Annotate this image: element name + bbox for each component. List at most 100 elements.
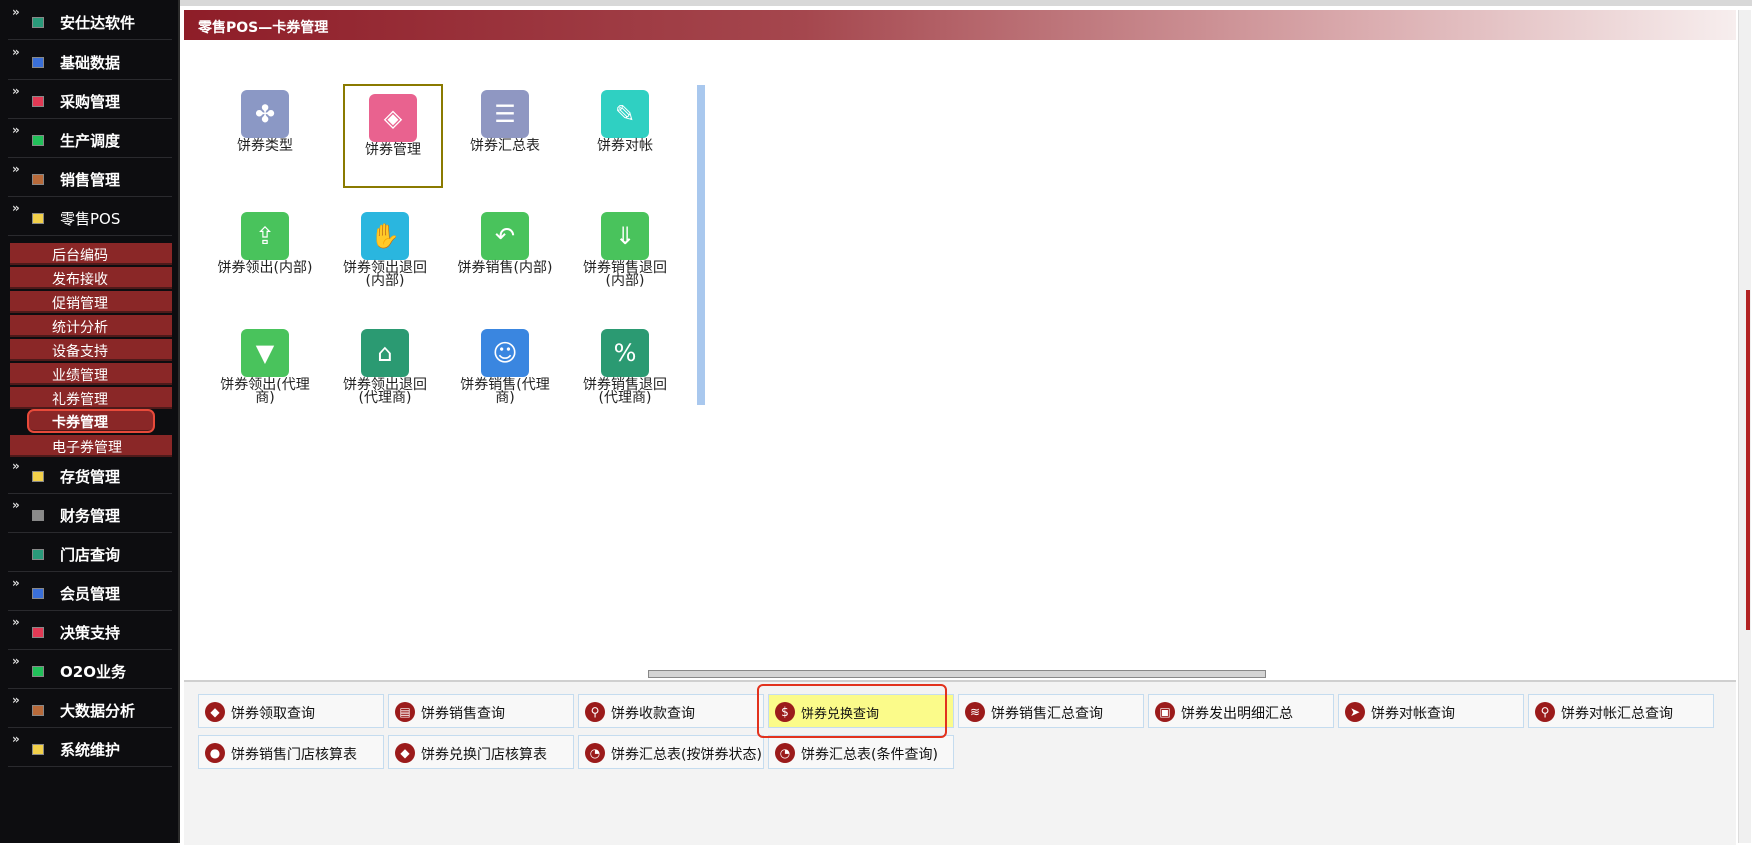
tile-voucher-management[interactable]: ◈ 饼券管理 [343,84,443,188]
sidebar-item-o2o[interactable]: » O2O业务 [8,653,172,689]
subitem-label: 电子券管理 [52,440,122,456]
sidebar-item-inventory[interactable]: » 存货管理 [8,458,172,494]
tile-voucher-summary[interactable]: ☰ 饼券汇总表 [457,82,553,182]
vertical-scrollbar[interactable] [1738,10,1751,843]
tag-icon: ◆ [205,702,225,722]
tile-label: 饼券销售(内部) [457,260,553,276]
tile-issue-agent[interactable]: ▼ 饼券领出(代理商) [217,321,313,421]
expand-arrow-icon: » [12,84,20,98]
sidebar-subitem-promotion[interactable]: 促销管理 [10,291,172,313]
expand-arrow-icon: » [12,123,20,137]
user-icon: ● [205,743,225,763]
sidebar-item-big-data[interactable]: » 大数据分析 [8,692,172,728]
query-button-collect[interactable]: ◆ 饼券领取查询 [198,694,384,728]
sidebar-item-basic-data[interactable]: » 基础数据 [8,44,172,80]
expand-arrow-icon: » [12,5,20,19]
tile-issue-return-agent[interactable]: ⌂ 饼券领出退回(代理商) [337,321,433,421]
expand-arrow-icon: » [12,615,20,629]
tag-icon: ◈ [369,94,417,142]
sidebar-item-system[interactable]: » 系统维护 [8,731,172,767]
query-button-reconcile[interactable]: ➤ 饼券对帐查询 [1338,694,1524,728]
pin-document-icon: ✎ [601,90,649,138]
module-icon [32,57,44,68]
sidebar-subitem-gift-voucher[interactable]: 礼券管理 [10,387,172,409]
tile-issue-return-internal[interactable]: ✋ 饼券领出退回(内部) [337,204,433,304]
tile-voucher-type[interactable]: ✤ 饼券类型 [217,82,313,182]
module-icon [32,174,44,185]
page-header: 零售POS—卡券管理 [184,10,1736,40]
query-label: 饼券收款查询 [611,706,695,722]
module-icon [32,471,44,482]
sidebar-item-finance[interactable]: » 财务管理 [8,497,172,533]
tile-label: 饼券销售退回(内部) [583,260,667,289]
query-button-store-exchange-accounting[interactable]: ◆ 饼券兑换门店核算表 [388,735,574,769]
query-button-store-sales-accounting[interactable]: ● 饼券销售门店核算表 [198,735,384,769]
sidebar-subitem-card-voucher[interactable]: 卡券管理 [27,409,155,433]
expand-arrow-icon: » [12,162,20,176]
expand-arrow-icon: » [12,45,20,59]
module-icon [32,96,44,107]
query-button-receipts[interactable]: ⚲ 饼券收款查询 [578,694,764,728]
scrollbar-thumb[interactable] [1746,290,1750,630]
sidebar-item-retail-pos[interactable]: » 零售POS [8,200,172,236]
tile-sale-internal[interactable]: ↶ 饼券销售(内部) [457,204,553,304]
expand-arrow-icon: » [12,576,20,590]
tile-label: 饼券领出(代理商) [220,377,310,406]
sidebar-subitem-statistics[interactable]: 统计分析 [10,315,172,337]
tile-label: 饼券销售(代理商) [460,377,550,406]
sidebar-subitem-publish-receive[interactable]: 发布接收 [10,267,172,289]
tile-label: 饼券领出退回(内部) [343,260,427,289]
tile-label: 饼券管理 [365,142,421,158]
sidebar-item-decision[interactable]: » 决策支持 [8,614,172,650]
sidebar-item-label: 门店查询 [60,546,121,564]
house-chart-icon: ⌂ [361,329,409,377]
tile-issue-internal[interactable]: ⇪ 饼券领出(内部) [217,204,313,304]
folder-open-icon: ▼ [241,329,289,377]
discount-gear-icon: % [601,329,649,377]
module-icon [32,135,44,146]
sidebar-item-label: 安仕达软件 [60,14,136,32]
subitem-label: 业绩管理 [52,368,108,384]
sidebar-subitem-e-voucher[interactable]: 电子券管理 [10,435,172,457]
expand-arrow-icon: » [12,693,20,707]
tile-label: 饼券类型 [237,138,293,154]
expand-arrow-icon: » [12,498,20,512]
sidebar-subitem-performance[interactable]: 业绩管理 [10,363,172,385]
query-button-reconcile-summary[interactable]: ⚲ 饼券对帐汇总查询 [1528,694,1714,728]
sidebar-item-members[interactable]: » 会员管理 [8,575,172,611]
query-button-summary-by-status[interactable]: ◔ 饼券汇总表(按饼券状态) [578,735,764,769]
query-label: 饼券销售汇总查询 [991,706,1103,722]
sidebar-subitem-backend-coding[interactable]: 后台编码 [10,243,172,265]
subitem-label: 促销管理 [52,296,108,312]
query-button-summary-conditional[interactable]: ◔ 饼券汇总表(条件查询) [768,735,954,769]
tile-voucher-reconcile[interactable]: ✎ 饼券对帐 [577,82,673,182]
sidebar-item-sales[interactable]: » 销售管理 [8,161,172,197]
highlight-annotation [757,684,947,738]
tile-sale-return-agent[interactable]: % 饼券销售退回(代理商) [577,321,673,421]
tile-sale-return-internal[interactable]: ⇓ 饼券销售退回(内部) [577,204,673,304]
receipt-icon: ✋ [361,212,409,260]
sidebar-item-purchasing[interactable]: » 采购管理 [8,83,172,119]
grid-icon: ✤ [241,90,289,138]
module-icon [32,549,44,560]
pane-splitter[interactable] [648,670,1266,678]
pie-chart-icon: ◔ [585,743,605,763]
query-label: 饼券对帐查询 [1371,706,1455,722]
query-button-sales[interactable]: ▤ 饼券销售查询 [388,694,574,728]
send-icon: ➤ [1345,702,1365,722]
sidebar-item-label: 财务管理 [60,507,121,525]
tile-sale-agent[interactable]: ☺ 饼券销售(代理商) [457,321,553,421]
query-button-sales-summary[interactable]: ≋ 饼券销售汇总查询 [958,694,1144,728]
tile-label: 饼券汇总表 [470,138,540,154]
folder-upload-icon: ⇪ [241,212,289,260]
sidebar-subitem-devices[interactable]: 设备支持 [10,339,172,361]
search-icon: ⚲ [1535,702,1555,722]
sidebar-item-store-query[interactable]: 门店查询 [8,536,172,572]
sidebar-item-production[interactable]: » 生产调度 [8,122,172,158]
page-title: 零售POS—卡券管理 [198,20,329,36]
sidebar-item-anshida[interactable]: » 安仕达软件 [8,4,172,40]
query-button-issue-detail[interactable]: ▣ 饼券发出明细汇总 [1148,694,1334,728]
tag-icon: ◆ [395,743,415,763]
expand-arrow-icon: » [12,654,20,668]
subitem-label: 统计分析 [52,320,108,336]
